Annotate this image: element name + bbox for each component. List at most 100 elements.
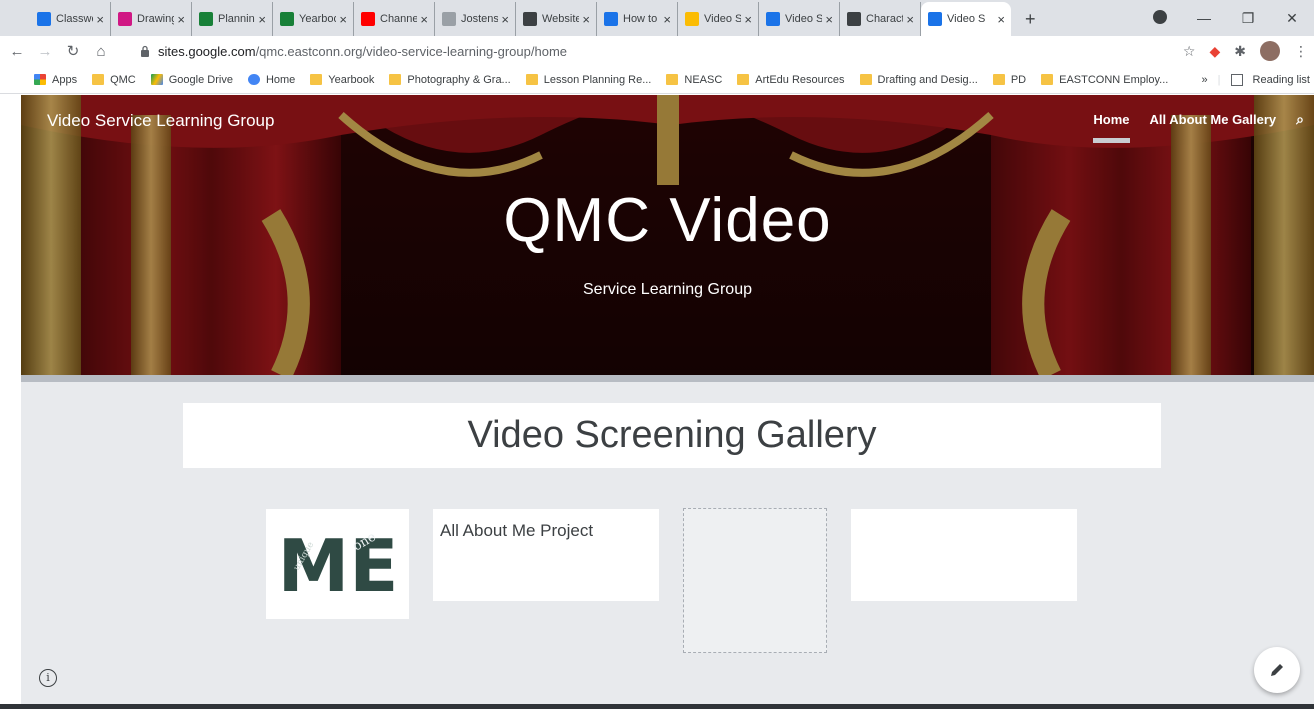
bookmark-item[interactable]: Home: [247, 74, 295, 86]
tab-close-icon[interactable]: ×: [501, 12, 509, 27]
bookmark-item[interactable]: NEASC: [666, 74, 722, 86]
search-icon[interactable]: ⌕: [1296, 111, 1304, 128]
back-icon[interactable]: ←: [6, 43, 28, 60]
tab-title: Plannin: [218, 13, 255, 25]
blank-card: [851, 509, 1077, 601]
sheets-icon: [199, 12, 213, 26]
taskbar-strip: [0, 704, 1314, 709]
sites-icon: [766, 12, 780, 26]
bookmark-label: NEASC: [684, 73, 723, 86]
maximize-icon[interactable]: ❐: [1226, 10, 1270, 27]
pencil-icon: [1271, 664, 1283, 676]
bookmark-label: Drafting and Desig...: [877, 73, 978, 86]
edit-pencil-button[interactable]: [1254, 647, 1300, 693]
browser-tab[interactable]: Website ×: [516, 2, 597, 36]
forward-icon[interactable]: →: [34, 43, 56, 60]
browser-tab[interactable]: Video S ×: [759, 2, 840, 36]
tab-close-icon[interactable]: ×: [96, 12, 104, 27]
tab-close-icon[interactable]: ×: [582, 12, 590, 27]
tab-title: Classwo: [56, 13, 93, 25]
nav-home[interactable]: Home: [1093, 112, 1130, 143]
tab-close-icon[interactable]: ×: [744, 12, 752, 27]
bookmark-folder-icon: [992, 74, 1005, 85]
hero-subtitle: Service Learning Group: [583, 281, 752, 298]
nav-all-about-me-gallery[interactable]: All About Me Gallery: [1150, 112, 1277, 127]
bookmark-item[interactable]: Apps: [34, 74, 77, 86]
minimize-icon[interactable]: —: [1182, 10, 1226, 26]
address-bar[interactable]: sites.google.com/qmc.eastconn.org/video-…: [140, 39, 567, 63]
close-window-icon[interactable]: ✕: [1270, 10, 1314, 27]
jostens-icon: [442, 12, 456, 26]
browser-tab[interactable]: Channe ×: [354, 2, 435, 36]
browser-tab[interactable]: Plannin ×: [192, 2, 273, 36]
tab-close-icon[interactable]: ×: [177, 12, 185, 27]
bookmark-item[interactable]: EASTCONN Employ...: [1041, 74, 1168, 86]
browser-tab[interactable]: Jostens ×: [435, 2, 516, 36]
tab-title: How to: [623, 13, 658, 25]
browser-tab[interactable]: How to ×: [597, 2, 678, 36]
me-wordart-image: ME one unique: [278, 529, 398, 599]
tab-title: Video S: [947, 13, 986, 25]
hero-banner: Video Service Learning Group Home All Ab…: [21, 95, 1314, 375]
browser-tab[interactable]: Classwo×: [30, 2, 111, 36]
gallery-heading: Video Screening Gallery: [183, 403, 1161, 468]
browser-tab[interactable]: Drawing ×: [111, 2, 192, 36]
tab-close-icon[interactable]: ×: [663, 12, 671, 27]
bookmark-item[interactable]: Drafting and Desig...: [859, 73, 978, 86]
classroom-icon: [37, 12, 51, 26]
bookmark-folder-icon: [737, 74, 750, 85]
bookmark-item[interactable]: ArtEdu Resources: [737, 74, 845, 86]
extensions-puzzle-icon[interactable]: ✱: [1234, 43, 1246, 60]
new-tab-button[interactable]: +: [1025, 2, 1036, 36]
bookmark-item[interactable]: Photography & Gra...: [389, 74, 511, 86]
tab-close-icon[interactable]: ×: [997, 12, 1005, 27]
reading-list-button[interactable]: Reading list: [1253, 74, 1310, 86]
sites-icon: [604, 12, 618, 26]
tab-title: Charact: [866, 13, 904, 25]
url-path: /qmc.eastconn.org/video-service-learning…: [255, 43, 567, 59]
bookmark-item[interactable]: Lesson Planning Re...: [525, 74, 651, 86]
bookmark-item[interactable]: QMC: [92, 74, 136, 86]
site-title-link[interactable]: Video Service Learning Group: [47, 111, 274, 131]
bookmark-folder-icon: [247, 74, 260, 85]
tab-close-icon[interactable]: ×: [825, 12, 833, 27]
tab-close-icon[interactable]: ×: [258, 12, 266, 27]
bookmark-folder-icon: [150, 74, 163, 85]
classroom-icon: [118, 12, 132, 26]
me-project-image[interactable]: ME one unique: [266, 509, 409, 619]
bookmarks-bar: Apps QMC Google Drive Home Yearbook Photograp…: [0, 66, 1314, 94]
browser-tab[interactable]: Video S ×: [921, 2, 1011, 36]
sites-icon: [928, 12, 942, 26]
browser-tab[interactable]: Yearboo ×: [273, 2, 354, 36]
tab-close-icon[interactable]: ×: [906, 12, 914, 27]
bookmark-folder-icon: [666, 74, 679, 85]
bookmark-folder-icon: [310, 74, 323, 85]
tab-close-icon[interactable]: ×: [420, 12, 428, 27]
profile-indicator-icon[interactable]: [1138, 9, 1182, 27]
bookmark-folder-icon: [1041, 74, 1054, 85]
bookmark-item[interactable]: Yearbook: [310, 74, 374, 86]
info-icon[interactable]: i: [39, 669, 57, 687]
reload-icon[interactable]: ↻: [62, 42, 84, 60]
bookmark-star-icon[interactable]: ☆: [1183, 43, 1196, 60]
lock-icon: [141, 45, 149, 57]
tab-title: Channe: [380, 13, 418, 25]
extension-red-icon[interactable]: ◆: [1209, 43, 1220, 60]
browser-toolbar: ← → ↻ ⌂ sites.google.com/qmc.eastconn.or…: [0, 36, 1314, 66]
home-icon[interactable]: ⌂: [90, 43, 112, 60]
classroom-icon: [280, 12, 294, 26]
browser-tab[interactable]: Video S ×: [678, 2, 759, 36]
all-about-me-card[interactable]: All About Me Project: [433, 509, 659, 601]
bookmark-item[interactable]: Google Drive: [150, 74, 233, 86]
bookmarks-overflow[interactable]: »: [1202, 74, 1208, 86]
empty-placeholder-card: [683, 508, 827, 653]
tab-title: Video S: [704, 13, 742, 25]
bookmark-label: Apps: [52, 73, 78, 86]
chrome-menu-icon[interactable]: ⋮: [1294, 43, 1308, 60]
tab-title: Jostens: [461, 13, 499, 25]
browser-tab[interactable]: Charact ×: [840, 2, 921, 36]
tab-close-icon[interactable]: ×: [339, 12, 347, 27]
bookmark-item[interactable]: PD: [992, 74, 1026, 86]
drive-icon: [685, 12, 699, 26]
profile-avatar[interactable]: [1260, 41, 1280, 61]
